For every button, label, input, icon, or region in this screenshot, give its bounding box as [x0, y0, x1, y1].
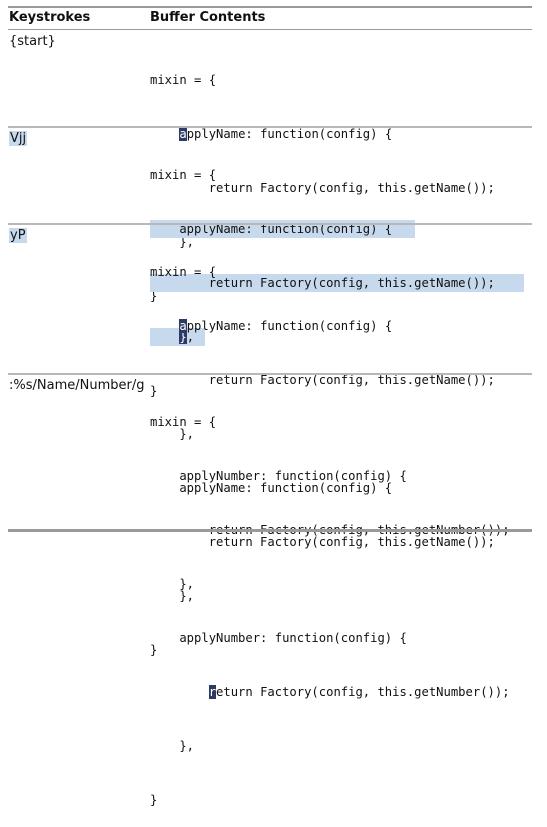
row-3-keystrokes: yP — [9, 227, 27, 245]
code-line: mixin = { — [150, 263, 495, 281]
table-bottom-rule — [8, 529, 532, 532]
code-text: } — [150, 793, 158, 807]
row-2-keystrokes: Vjj — [9, 130, 28, 148]
row-separator — [8, 126, 532, 128]
code-text: mixin = { — [150, 168, 217, 182]
header-rule — [8, 29, 532, 30]
code-text: eturn Factory(config, this.getNumber()); — [216, 685, 510, 699]
keystroke-text: :%s/Name/Number/g — [9, 378, 145, 393]
code-text: mixin = { — [150, 265, 217, 279]
row-4-buffer: mixin = { applyNumber: function(config) … — [150, 377, 510, 827]
code-line: } — [150, 791, 510, 809]
code-line: return Factory(config, this.getNumber())… — [150, 683, 510, 701]
keystroke-text: yP — [9, 228, 27, 243]
code-text: pplyName: function(config) { — [186, 319, 393, 333]
code-text: }, — [150, 577, 195, 591]
code-line: applyNumber: function(config) { — [150, 629, 510, 647]
row-separator — [8, 373, 532, 375]
buffer-contents-header: Buffer Contents — [150, 10, 266, 25]
keystroke-text: {start} — [9, 34, 56, 49]
cursor-char: a — [179, 319, 187, 333]
keystrokes-header: Keystrokes — [9, 10, 91, 25]
code-line: mixin = { — [150, 166, 524, 184]
code-text: applyNumber: function(config) { — [150, 469, 407, 483]
cursor-char: r — [208, 685, 217, 699]
code-line: applyName: function(config) { — [150, 317, 495, 335]
row-separator — [8, 223, 532, 225]
code-text: mixin = { — [150, 73, 217, 87]
keystroke-text: Vjj — [9, 131, 28, 146]
code-line: }, — [150, 737, 510, 755]
row-4-keystrokes: :%s/Name/Number/g — [9, 377, 144, 395]
code-line: }, — [150, 575, 510, 593]
code-text: applyNumber: function(config) { — [150, 631, 407, 645]
table-top-rule — [8, 6, 532, 8]
code-text: mixin = { — [150, 415, 217, 429]
code-text: }, — [150, 739, 195, 753]
code-line: mixin = { — [150, 413, 510, 431]
code-line: applyNumber: function(config) { — [150, 467, 510, 485]
code-line: mixin = { — [150, 71, 495, 89]
row-1-keystrokes: {start} — [9, 33, 56, 51]
